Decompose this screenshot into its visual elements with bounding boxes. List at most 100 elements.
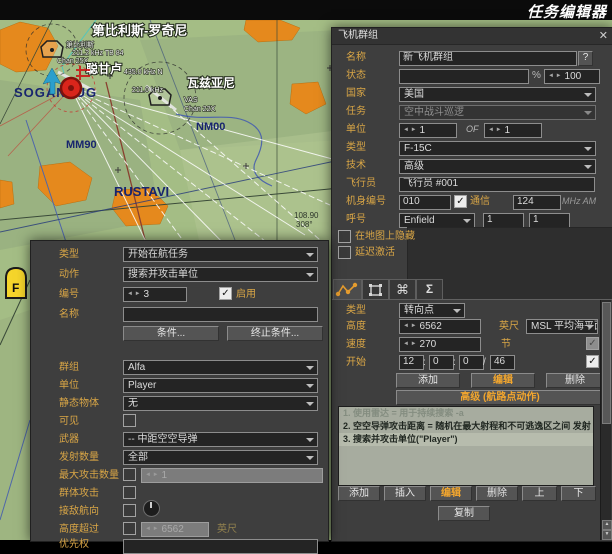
probability-stepper[interactable]: ◄ ►100 [544,69,600,84]
stop-condition-button[interactable]: 终止条件... [227,326,323,341]
pilot-label: 飞行员 [346,177,376,190]
action-delete-button[interactable]: 删除 [476,486,518,501]
start-hour-input[interactable]: 12 [399,355,424,370]
action-list-item[interactable]: 1. 使用雷达 = 用于持续搜索 -a [339,407,593,420]
group-name-input[interactable]: 新飞机群组 [399,51,577,66]
scrollbar[interactable]: ▲ ▼ [600,300,611,540]
tab-summary[interactable]: Σ [416,279,443,300]
task-type-dropdown[interactable]: 开始在航任务 [123,247,318,262]
skill-dropdown[interactable]: 高级 [399,159,596,174]
max-attack-checkbox[interactable] [123,468,136,481]
action-down-button[interactable]: 下 [561,486,596,501]
callsign-number-input[interactable]: 1 [529,213,570,228]
comm-label: 通信 [470,195,490,208]
waypoint-actions-list[interactable]: 1. 使用雷达 = 用于持续搜索 -a 2. 空空导弹攻击距离 = 随机在最大射… [338,406,594,486]
tab-divider [332,299,612,300]
action-insert-button[interactable]: 插入 [384,486,426,501]
group-attack-checkbox[interactable] [123,486,136,499]
static-object-dropdown[interactable]: 无 [123,396,318,411]
map-label-vaziani-chan: Chan 22X [184,106,215,113]
wp-speed-label: 速度 [346,338,366,351]
tab-route[interactable] [333,279,362,300]
airfield-icon-tbilisi[interactable] [41,41,63,57]
country-dropdown[interactable]: 美国 [399,87,596,102]
start-minute-input[interactable]: 0 [429,355,454,370]
unit-marker[interactable] [61,78,81,98]
action-edit-button[interactable]: 编辑 [430,486,472,501]
wp-alt-ref-dropdown[interactable]: MSL 平均海平面 [526,319,598,334]
scroll-down-icon[interactable]: ▼ [602,530,612,540]
frequency-input[interactable]: 124 [513,195,561,210]
close-icon[interactable]: ✕ [599,29,608,43]
start-day-input[interactable]: 46 [490,355,515,370]
tab-payload[interactable]: ⌘ [389,279,416,300]
pilot-name-input[interactable]: 飞行员 #001 [399,177,595,192]
task-name-input[interactable] [123,307,318,322]
target-unit-dropdown[interactable]: Player [123,378,318,393]
farp-icon[interactable]: F [6,268,26,298]
percent-label: % [532,69,541,82]
start-second-input[interactable]: 0 [459,355,484,370]
task-action-label: 动作 [59,268,79,281]
tail-number-input[interactable]: 010 [399,195,451,210]
task-action-dropdown[interactable]: 搜索并攻击单位 [123,267,318,282]
altitude-over-stepper: ◄ ►6562 [141,522,209,537]
altitude-over-checkbox[interactable] [123,522,136,535]
comm-checkbox[interactable]: ✓ [454,195,467,208]
wp-edit-button[interactable]: 编辑 [471,373,535,388]
action-list-item[interactable]: 3. 搜索并攻击单位("Player") [339,433,593,446]
condition-input[interactable] [399,69,529,84]
callsign-dropdown[interactable]: Enfield [399,213,475,228]
target-group-dropdown[interactable]: Alfa [123,360,318,375]
aircraft-type-dropdown[interactable]: F-15C [399,141,596,156]
task-number-stepper[interactable]: ◄ ►3 [123,287,187,302]
launch-qty-dropdown[interactable]: 全部 [123,450,318,465]
unit-total-stepper[interactable]: ◄ ►1 [484,123,542,138]
spinner-arrows-icon[interactable]: ◄ ► [548,70,562,83]
callsign-flight-input[interactable]: 1 [483,213,524,228]
wp-add-button[interactable]: 添加 [396,373,460,388]
name-label: 名称 [346,51,366,64]
action-up-button[interactable]: 上 [522,486,557,501]
action-list-item[interactable]: 2. 空空导弹攻击距离 = 随机在最大射程和不可逃逸区之间 发射 [339,420,593,433]
wp-speed-stepper[interactable]: ◄ ►270 [399,337,481,352]
unit-count-stepper[interactable]: ◄ ►1 [399,123,457,138]
skill-label: 技术 [346,159,366,172]
time-separator: : [453,356,456,369]
map-label-soganlug-cn: 聪甘卢 [86,61,122,76]
engage-heading-checkbox[interactable] [123,504,136,517]
task-type-label: 类型 [59,248,79,261]
callsign-label: 呼号 [346,213,366,226]
action-add-button[interactable]: 添加 [338,486,380,501]
map-label-ils-freq: 108.90 [294,211,319,220]
engage-heading-label: 接敌航向 [59,505,99,518]
day-separator: / [483,356,486,369]
priority-field[interactable] [123,539,318,554]
hidden-on-map-checkbox[interactable] [338,230,351,243]
map-label-soganlug-city: SOGANLUG [14,85,97,100]
start-time-checkbox[interactable]: ✓ [586,355,599,368]
tab-aircraft[interactable] [362,279,389,300]
help-button[interactable]: ? [578,51,593,66]
scroll-up-icon[interactable]: ▲ [602,520,612,530]
panel-header[interactable]: 飞机群组 [332,28,612,45]
map-label-tbilisi-small: 第比利斯 [66,40,94,49]
copy-button[interactable]: 复制 [438,506,490,521]
static-object-label: 静态物体 [59,397,99,410]
map-label-nm00: NM00 [196,121,225,133]
heading-dial[interactable] [143,500,160,517]
weapon-label: 武器 [59,433,79,446]
condition-button[interactable]: 条件... [123,326,219,341]
wp-alt-stepper[interactable]: ◄ ►6562 [399,319,481,334]
scrollbar-thumb[interactable] [602,302,611,424]
visible-checkbox[interactable] [123,414,136,427]
enable-checkbox[interactable]: ✓ [219,287,232,300]
wp-delete-button[interactable]: 删除 [546,373,604,388]
wp-type-dropdown[interactable]: 转向点 [399,303,465,318]
panel-title: 飞机群组 [338,30,378,41]
map-label-vaziani-cn: 瓦兹亚尼 [187,75,235,90]
weapon-dropdown[interactable]: -- 中距空空导弹 [123,432,318,447]
advanced-actions-button[interactable]: 高级 (航路点动作) [396,390,604,405]
map-label-vas: VAS [184,97,198,104]
late-activation-checkbox[interactable] [338,246,351,259]
